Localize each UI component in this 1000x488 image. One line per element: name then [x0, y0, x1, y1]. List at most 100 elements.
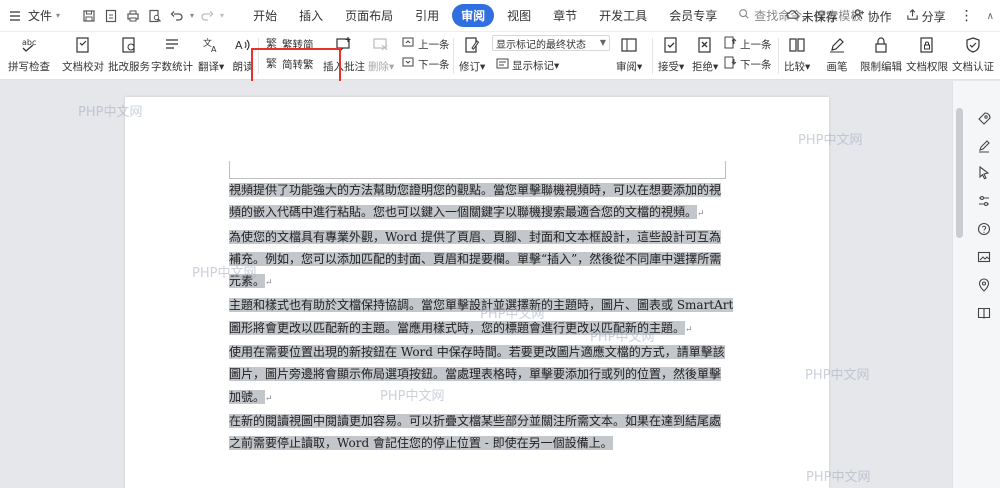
compare-icon	[786, 34, 808, 56]
compare-button[interactable]: 比较▾	[784, 34, 810, 74]
doc-proofread-button[interactable]: 文档校对	[62, 34, 104, 74]
save-icon[interactable]	[80, 7, 98, 25]
next-change-label: 下一条	[740, 58, 772, 71]
text-line[interactable]: 元素。	[229, 274, 266, 289]
doc-certify-button[interactable]: 文档认证	[952, 34, 994, 74]
sliders-icon[interactable]	[975, 192, 993, 210]
chevron-down-icon[interactable]: ▾	[190, 11, 194, 20]
tab-review[interactable]: 审阅	[452, 4, 495, 27]
spell-check-button[interactable]: abc 拼写检查	[8, 34, 50, 74]
tab-insert[interactable]: 插入	[290, 4, 332, 27]
shield-icon	[962, 34, 984, 56]
next-change-button[interactable]: 下一条	[724, 56, 772, 72]
translate-label: 翻译▾	[198, 61, 225, 73]
text-line[interactable]: 補充。例如，您可以添加匹配的封面、頁眉和提要欄。單擊“插入”，然後從不同庫中選擇…	[229, 251, 722, 266]
collaborate-button[interactable]: 协作	[852, 8, 892, 25]
reject-button[interactable]: 拒绝▾	[692, 34, 718, 74]
print-icon[interactable]	[124, 7, 142, 25]
batch-service-icon	[118, 34, 140, 56]
paragraph[interactable]: 使用在需要位置出現的新按鈕在 Word 中保存時間。若要更改圖片適應文檔的方式，…	[229, 341, 727, 410]
batch-service-button[interactable]: 批改服务	[108, 34, 150, 74]
text-line[interactable]: 圖片，圖片旁邊將會顯示佈局選項按鈕。當處理表格時，單擊要添加行或列的位置，然後單…	[229, 367, 722, 382]
text-line[interactable]: 頻的嵌入代碼中進行粘貼。您也可以鍵入一個關鍵字以聯機搜索最適合您的文檔的視頻。	[229, 205, 698, 220]
svg-text:A: A	[235, 39, 243, 52]
delete-comment-button[interactable]: 删除▾	[368, 34, 394, 74]
document-page[interactable]: 視頻提供了功能強大的方法幫助您證明您的觀點。當您單擊聯機視頻時，可以在想要添加的…	[125, 97, 829, 488]
text-line[interactable]: 在新的閱讀視圖中閱讀更加容易。可以折疊文檔某些部分並關注所需文本。如果在達到結尾…	[229, 413, 722, 428]
share-button[interactable]: 分享	[906, 8, 946, 25]
separator	[652, 38, 653, 74]
paragraph[interactable]: 在新的閱讀視圖中閱讀更加容易。可以折疊文檔某些部分並關注所需文本。如果在達到結尾…	[229, 410, 727, 455]
unsaved-status[interactable]: 未保存	[786, 8, 838, 25]
text-line[interactable]: 視頻提供了功能強大的方法幫助您證明您的觀點。當您單擊聯機視頻時，可以在想要添加的…	[229, 183, 722, 197]
separator	[453, 38, 454, 74]
paragraph-mark-icon: ↵	[697, 209, 705, 220]
text-line[interactable]: 主題和樣式也有助於文檔保持協調。當您單擊設計並選擇新的主題時，圖片、圖表或 Sm…	[229, 298, 734, 313]
paragraph[interactable]: 為使您的文檔具有專業外觀，Word 提供了頁眉、頁腳、封面和文本框設計，這些設計…	[229, 226, 727, 295]
chevron-up-icon[interactable]: ∧	[987, 11, 994, 22]
translate-button[interactable]: 文A 翻译▾	[198, 34, 224, 74]
doc-permission-label: 文档权限	[906, 61, 948, 73]
chevron-down-icon[interactable]: ▾	[220, 11, 224, 20]
doc-permission-button[interactable]: 文档权限	[906, 34, 948, 74]
text-line[interactable]: 之前需要停止讀取，Word 會記住您的停止位置 - 即使在另一個設備上。	[229, 436, 613, 451]
separator	[778, 38, 779, 74]
text-line[interactable]: 圖形將會更改以匹配新的主題。當應用樣式時，您的標題會進行更改以匹配新的主題。	[229, 320, 686, 335]
next-comment-button[interactable]: 下一条	[402, 56, 450, 72]
prev-change-label: 上一条	[740, 38, 772, 51]
undo-icon[interactable]	[168, 7, 186, 25]
accept-icon	[660, 34, 682, 56]
delete-comment-label: 删除▾	[368, 61, 395, 73]
menu-bar: 文件 ▾ ▾ ▾ 开始 插入 页面布局 引用 审阅 视图 章节 开发工具 会员专…	[0, 0, 1000, 32]
document-text[interactable]: 視頻提供了功能強大的方法幫助您證明您的觀點。當您單擊聯機視頻時，可以在想要添加的…	[229, 179, 734, 455]
export-pdf-icon[interactable]	[102, 7, 120, 25]
prev-comment-button[interactable]: 上一条	[402, 36, 450, 52]
accept-label: 接受▾	[658, 61, 685, 73]
review-pane-button[interactable]: 审阅▾	[616, 34, 642, 74]
tab-page-layout[interactable]: 页面布局	[336, 4, 402, 27]
track-changes-label: 修订▾	[459, 61, 486, 73]
print-preview-icon[interactable]	[146, 7, 164, 25]
translate-icon: 文A	[200, 34, 222, 56]
review-pane-label: 审阅▾	[616, 61, 643, 73]
vertical-scrollbar[interactable]	[956, 108, 963, 238]
track-changes-button[interactable]: 修订▾	[459, 34, 485, 74]
more-options-icon[interactable]: ⋮	[960, 8, 974, 24]
tab-membership[interactable]: 会员专享	[660, 4, 726, 27]
image-icon[interactable]	[975, 248, 993, 266]
pen-tool-icon[interactable]	[975, 137, 993, 155]
tab-developer[interactable]: 开发工具	[590, 4, 656, 27]
margin-marker	[725, 161, 726, 179]
rocket-icon[interactable]	[975, 110, 993, 128]
help-icon[interactable]	[975, 220, 993, 238]
tab-home[interactable]: 开始	[244, 4, 286, 27]
tab-section[interactable]: 章节	[544, 4, 586, 27]
tab-references[interactable]: 引用	[406, 4, 448, 27]
redo-icon[interactable]	[198, 7, 216, 25]
text-line[interactable]: 使用在需要位置出現的新按鈕在 Word 中保存時間。若要更改圖片適應文檔的方式，…	[229, 345, 725, 360]
location-icon[interactable]	[975, 276, 993, 294]
paragraph[interactable]: 視頻提供了功能強大的方法幫助您證明您的觀點。當您單擊聯機視頻時，可以在想要添加的…	[229, 179, 727, 226]
book-icon[interactable]	[975, 304, 993, 322]
prev-change-button[interactable]: 上一条	[724, 36, 772, 52]
show-markup-button[interactable]: 显示标记▾	[496, 57, 559, 73]
track-changes-icon	[461, 34, 483, 56]
file-menu-button[interactable]: 文件 ▾	[28, 7, 60, 24]
cursor-icon[interactable]	[975, 164, 993, 182]
unsaved-label: 未保存	[801, 9, 838, 24]
compare-label: 比较▾	[784, 61, 811, 73]
text-line[interactable]: 為使您的文檔具有專業外觀，Word 提供了頁眉、頁腳、封面和文本框設計，這些設計…	[229, 229, 721, 244]
text-line[interactable]: 加號。	[229, 389, 266, 404]
tab-view[interactable]: 视图	[498, 4, 540, 27]
paragraph[interactable]: 主題和樣式也有助於文檔保持協調。當您單擊設計並選擇新的主題時，圖片、圖表或 Sm…	[229, 294, 734, 341]
doc-certify-label: 文档认证	[952, 61, 994, 73]
markup-display-value: 显示标记的最终状态	[496, 39, 586, 51]
hamburger-menu-icon[interactable]	[6, 7, 24, 25]
restrict-edit-button[interactable]: 限制编辑	[860, 34, 902, 74]
pen-button[interactable]: 画笔	[826, 34, 848, 74]
word-count-label: 字数统计	[151, 61, 193, 73]
word-count-button[interactable]: 字数统计	[151, 34, 193, 74]
accept-button[interactable]: 接受▾	[658, 34, 684, 74]
show-markup-label: 显示标记▾	[512, 59, 560, 72]
markup-display-select[interactable]: 显示标记的最终状态 ▼	[492, 35, 610, 51]
